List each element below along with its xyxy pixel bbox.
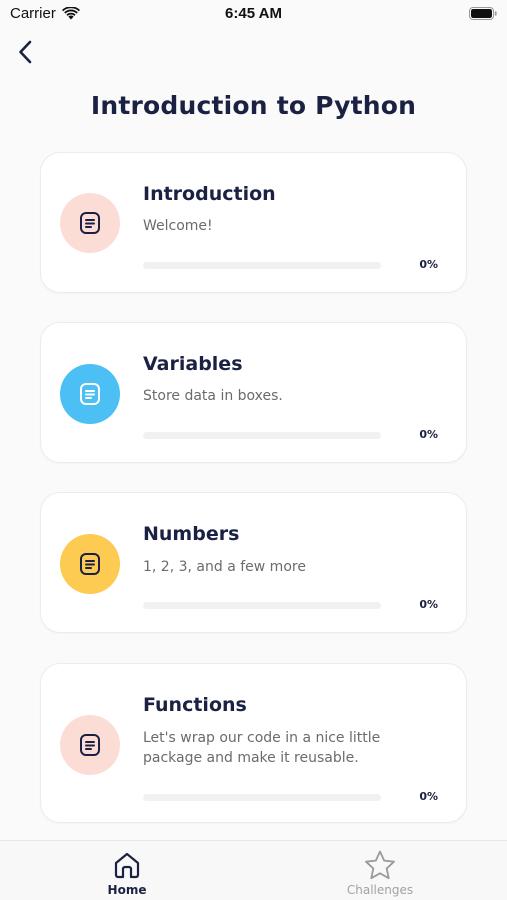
- home-icon: [114, 852, 140, 879]
- back-button[interactable]: [10, 36, 40, 68]
- lesson-description: 1, 2, 3, and a few more: [143, 559, 306, 575]
- lesson-progress-bar: [143, 262, 381, 269]
- home-icon-wrap: [112, 848, 142, 882]
- lesson-title: Functions: [143, 694, 247, 716]
- lesson-title: Variables: [143, 353, 243, 375]
- lesson-card-functions[interactable]: Functions Let's wrap our code in a nice …: [40, 663, 467, 823]
- lesson-icon-circle: [60, 534, 120, 594]
- star-icon-wrap: [363, 848, 397, 882]
- lesson-card-numbers[interactable]: Numbers 1, 2, 3, and a few more 0%: [40, 492, 467, 633]
- document-icon: [80, 383, 100, 405]
- lesson-progress-bar: [143, 602, 381, 609]
- tab-challenges[interactable]: Challenges: [280, 841, 480, 900]
- chevron-left-icon: [19, 40, 32, 64]
- lesson-progress-label: 0%: [419, 598, 438, 611]
- lesson-progress-bar: [143, 794, 381, 801]
- tab-challenges-label: Challenges: [346, 883, 414, 897]
- lesson-card-introduction[interactable]: Introduction Welcome! 0%: [40, 152, 467, 293]
- lesson-progress-label: 0%: [419, 428, 438, 441]
- tab-home[interactable]: Home: [27, 841, 227, 900]
- lesson-progress-bar: [143, 432, 381, 439]
- lesson-title: Introduction: [143, 183, 276, 205]
- lesson-description: Let's wrap our code in a nice little pac…: [143, 730, 381, 766]
- tab-home-label: Home: [107, 883, 147, 897]
- status-bar: Carrier 6:45 AM: [0, 0, 507, 28]
- lesson-progress-label: 0%: [419, 790, 438, 803]
- lesson-card-variables[interactable]: Variables Store data in boxes. 0%: [40, 322, 467, 463]
- lesson-description: Welcome!: [143, 218, 213, 234]
- star-icon: [365, 850, 395, 879]
- document-icon: [80, 212, 100, 234]
- lesson-icon-circle: [60, 715, 120, 775]
- page-title: Introduction to Python: [90, 91, 417, 120]
- lesson-progress-label: 0%: [419, 258, 438, 271]
- lesson-description: Store data in boxes.: [143, 388, 283, 404]
- document-icon: [80, 734, 100, 756]
- tab-bar: Home Challenges: [0, 840, 507, 900]
- lesson-icon-circle: [60, 193, 120, 253]
- status-time: 6:45 AM: [225, 5, 282, 22]
- document-icon: [80, 553, 100, 575]
- lesson-icon-circle: [60, 364, 120, 424]
- lesson-title: Numbers: [143, 523, 240, 545]
- battery-icon: [469, 7, 497, 20]
